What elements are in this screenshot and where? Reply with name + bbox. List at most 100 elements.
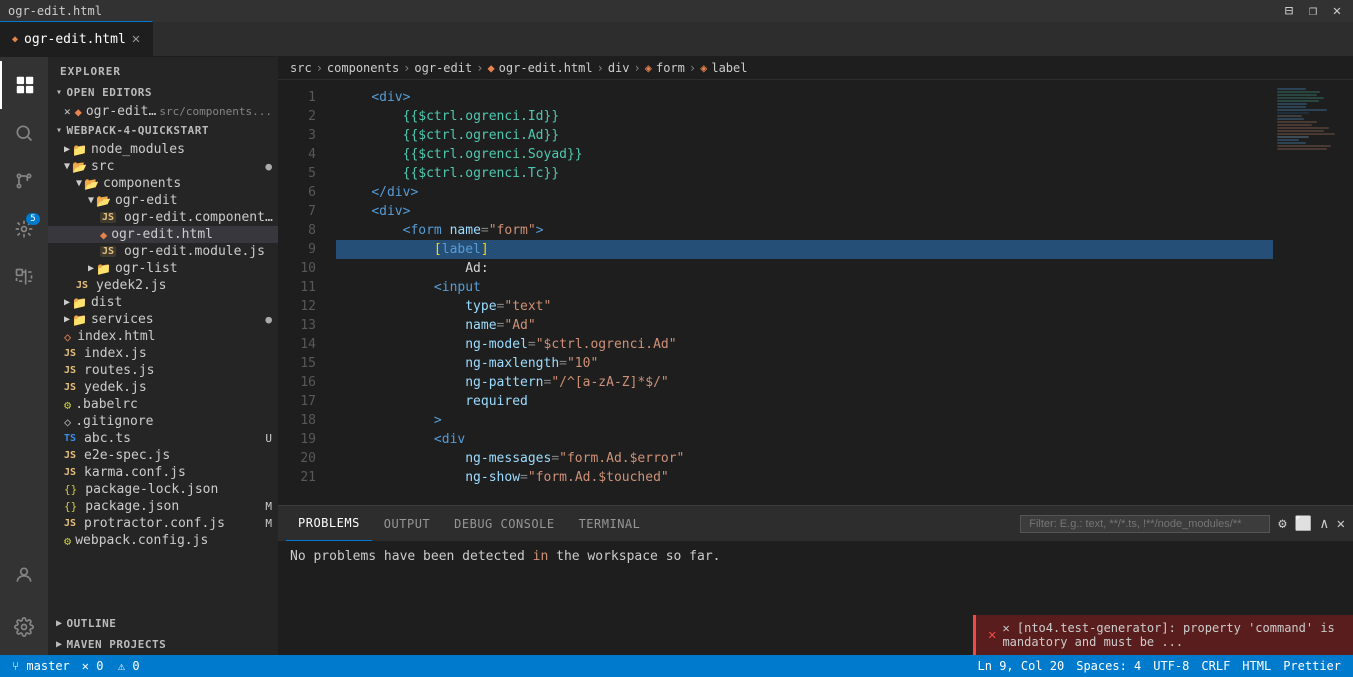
- tab-close-button[interactable]: ✕: [132, 31, 140, 47]
- panel-tab-debug-console[interactable]: DEBUG CONSOLE: [442, 506, 566, 541]
- sidebar-item-yedek2[interactable]: JS yedek2.js: [48, 277, 278, 294]
- sidebar-item-e2e-spec[interactable]: JS e2e-spec.js: [48, 447, 278, 464]
- code-content[interactable]: <div> {{$ctrl.ogrenci.Id}} {{$ctrl.ogren…: [328, 80, 1273, 505]
- activity-debug[interactable]: 5: [0, 205, 48, 253]
- sidebar-item-yedek-js[interactable]: JS yedek.js: [48, 379, 278, 396]
- status-encoding[interactable]: UTF-8: [1153, 659, 1189, 673]
- js-icon: JS: [64, 348, 76, 359]
- section-webpack[interactable]: ▾ WEBPACK-4-QUICKSTART: [48, 120, 278, 141]
- sidebar-item-ogr-edit-component[interactable]: JS ogr-edit.component.js: [48, 209, 278, 226]
- activity-accounts[interactable]: [0, 551, 48, 599]
- sidebar-item-babelrc[interactable]: ⚙ .babelrc: [48, 396, 278, 413]
- folder-name: ogr-edit: [115, 193, 278, 208]
- breadcrumb-div[interactable]: div: [608, 61, 630, 75]
- minimap-content: [1273, 80, 1353, 159]
- breadcrumb-label[interactable]: label: [711, 61, 747, 75]
- open-editor-item[interactable]: ✕ ◆ ogr-edit.html src/components...: [48, 103, 278, 120]
- sidebar-item-node_modules[interactable]: ▶ 📁 node_modules: [48, 141, 278, 158]
- sidebar-item-package-json[interactable]: {} package.json M: [48, 498, 278, 515]
- sidebar-item-dist[interactable]: ▶ 📁 dist: [48, 294, 278, 311]
- folder-arrow: ▶: [88, 263, 94, 274]
- sidebar-item-index-html[interactable]: ◇ index.html: [48, 328, 278, 345]
- breadcrumb-form[interactable]: form: [656, 61, 685, 75]
- folder-icon: 📂: [96, 194, 111, 208]
- status-line-ending[interactable]: CRLF: [1201, 659, 1230, 673]
- sidebar-item-package-lock[interactable]: {} package-lock.json: [48, 481, 278, 498]
- status-left: ⑂ master ✕ 0 ⚠ 0: [12, 659, 140, 673]
- sidebar-item-webpack-config[interactable]: ⚙ webpack.config.js: [48, 532, 278, 549]
- line-numbers: 1 2 3 4 5 6 7 8 9 10 11 12 13 14 15 16 1…: [278, 80, 328, 505]
- status-errors[interactable]: ✕ 0 ⚠ 0: [82, 659, 140, 673]
- sidebar-item-gitignore[interactable]: ◇ .gitignore: [48, 413, 278, 430]
- sidebar-item-components[interactable]: ▼ 📂 components: [48, 175, 278, 192]
- breadcrumb-src[interactable]: src: [290, 61, 312, 75]
- breadcrumb-html-label[interactable]: ogr-edit.html: [499, 61, 593, 75]
- status-language[interactable]: HTML: [1242, 659, 1271, 673]
- activity-extensions[interactable]: [0, 253, 48, 301]
- file-name: index.js: [84, 346, 278, 361]
- sidebar-item-routes-js[interactable]: JS routes.js: [48, 362, 278, 379]
- tab-ogr-edit-html[interactable]: ◆ ogr-edit.html ✕: [0, 21, 153, 56]
- sidebar-item-protractor-conf[interactable]: JS protractor.conf.js M: [48, 515, 278, 532]
- section-outline[interactable]: ▶ Outline: [48, 613, 278, 634]
- code-line-4: {{$ctrl.ogrenci.Soyad}}: [336, 145, 1273, 164]
- section-open-editors[interactable]: ▾ OPEN EDITORS: [48, 82, 278, 103]
- activity-search[interactable]: [0, 109, 48, 157]
- panel-collapse-icon[interactable]: ∧: [1320, 516, 1328, 532]
- folder-name: src: [91, 159, 265, 174]
- activity-git[interactable]: [0, 157, 48, 205]
- activity-explorer[interactable]: [0, 61, 48, 109]
- html-icon: ◆: [100, 228, 107, 242]
- code-line-10: Ad:: [336, 259, 1273, 278]
- sidebar-item-src[interactable]: ▼ 📂 src ●: [48, 158, 278, 175]
- sidebar-item-karma-conf[interactable]: JS karma.conf.js: [48, 464, 278, 481]
- code-line-21: ng-show="form.Ad.$touched": [336, 468, 1273, 487]
- error-notification[interactable]: ✕ ✕ [nto4.test-generator]: property 'com…: [973, 615, 1353, 655]
- sidebar-item-ogr-edit[interactable]: ▼ 📂 ogr-edit: [48, 192, 278, 209]
- panel-tab-terminal[interactable]: TERMINAL: [567, 506, 653, 541]
- panel-maximize-icon[interactable]: ⬜: [1295, 516, 1312, 532]
- file-name: routes.js: [84, 363, 278, 378]
- breadcrumb-ogr-edit[interactable]: ogr-edit: [414, 61, 472, 75]
- status-branch[interactable]: ⑂ master: [12, 659, 70, 673]
- panel-tab-output[interactable]: OUTPUT: [372, 506, 442, 541]
- folder-name: services: [91, 312, 265, 327]
- code-editor: 1 2 3 4 5 6 7 8 9 10 11 12 13 14 15 16 1…: [278, 80, 1353, 505]
- breadcrumb-sep: ›: [316, 61, 323, 75]
- panel-close-icon[interactable]: ✕: [1337, 516, 1345, 532]
- folder-name: dist: [91, 295, 278, 310]
- filter-settings-icon[interactable]: ⚙: [1278, 516, 1286, 532]
- config-icon: ◇: [64, 415, 71, 429]
- maximize-button[interactable]: ❐: [1305, 3, 1321, 19]
- title-bar-controls: ⊟ ❐ ✕: [1281, 3, 1345, 19]
- js-icon: JS: [100, 212, 116, 223]
- sidebar-item-abc-ts[interactable]: TS abc.ts U: [48, 430, 278, 447]
- section-maven[interactable]: ▶ Maven Projects: [48, 634, 278, 655]
- sidebar-item-ogr-edit-html[interactable]: ◆ ogr-edit.html: [48, 226, 278, 243]
- sidebar-item-ogr-edit-module[interactable]: JS ogr-edit.module.js: [48, 243, 278, 260]
- breadcrumb-sep: ›: [597, 61, 604, 75]
- close-button[interactable]: ✕: [1329, 3, 1345, 19]
- filter-input[interactable]: [1020, 515, 1270, 533]
- file-name: ogr-edit.component.js: [124, 210, 278, 225]
- code-line-2: {{$ctrl.ogrenci.Id}}: [336, 107, 1273, 126]
- sidebar-item-ogr-list[interactable]: ▶ 📁 ogr-list: [48, 260, 278, 277]
- folder-name: node_modules: [91, 142, 278, 157]
- code-line-19: <div: [336, 430, 1273, 449]
- status-spaces[interactable]: Spaces: 4: [1076, 659, 1141, 673]
- sidebar-item-services[interactable]: ▶ 📁 services ●: [48, 311, 278, 328]
- file-name: package-lock.json: [85, 482, 278, 497]
- panel-tab-problems[interactable]: PROBLEMS: [286, 506, 372, 541]
- close-icon[interactable]: ✕: [64, 105, 71, 118]
- html-file-icon: ◆: [12, 34, 18, 45]
- panel-no-problems-text: No problems have been detected in the wo…: [290, 549, 720, 564]
- status-ln-col[interactable]: Ln 9, Col 20: [978, 659, 1065, 673]
- breadcrumb-components[interactable]: components: [327, 61, 399, 75]
- breadcrumb-html[interactable]: ◆: [487, 61, 494, 75]
- activity-settings[interactable]: [0, 603, 48, 651]
- folder-name: components: [103, 176, 278, 191]
- status-formatter[interactable]: Prettier: [1283, 659, 1341, 673]
- sidebar-item-index-js[interactable]: JS index.js: [48, 345, 278, 362]
- file-badge: ●: [265, 313, 272, 326]
- minimize-button[interactable]: ⊟: [1281, 3, 1297, 19]
